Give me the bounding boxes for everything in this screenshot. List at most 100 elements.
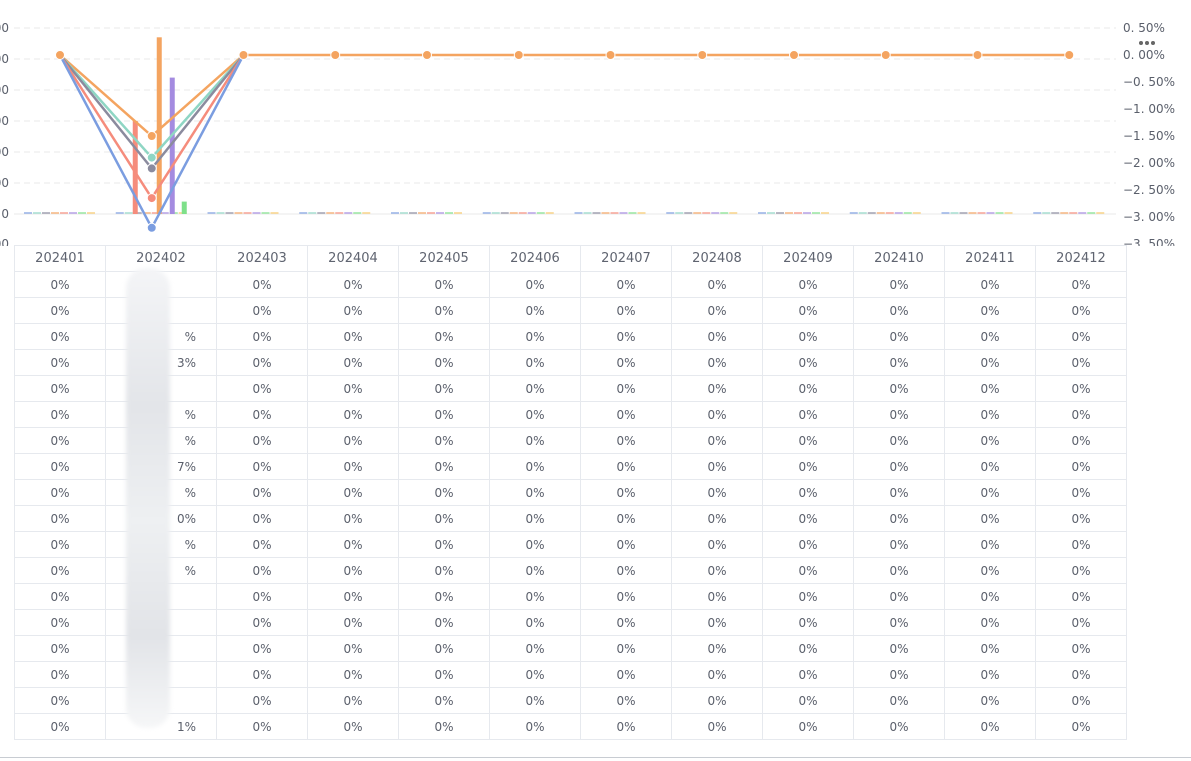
series-point <box>422 50 432 60</box>
table-cell: 0% <box>671 583 763 610</box>
table-cell: 0% <box>671 323 763 350</box>
baseline-bar <box>666 212 675 214</box>
right-tick-label: −1. 00% <box>1123 102 1175 116</box>
table-cell: 0% <box>762 453 854 480</box>
table-cell: 0% <box>216 271 308 298</box>
table-cell: 0% <box>762 531 854 558</box>
table-cell: 0% <box>14 323 106 350</box>
baseline-bar <box>758 212 766 214</box>
table-cell: 0% <box>14 609 106 636</box>
baseline-bar <box>252 212 261 214</box>
table-cell: 0% <box>762 427 854 454</box>
baseline-bar <box>903 212 912 214</box>
baseline-bar <box>234 212 243 214</box>
column-header: 202405 <box>398 245 490 272</box>
table-cell: 0% <box>489 297 581 324</box>
table-cell: 0% <box>489 687 581 714</box>
baseline-bar <box>950 212 959 214</box>
table-cell: 0% <box>853 609 945 636</box>
table-cell: 0% <box>216 401 308 428</box>
table-cell: 0% <box>580 505 672 532</box>
table-cell: 0% <box>944 453 1036 480</box>
baseline-bar <box>299 212 308 214</box>
table-cell: 0% <box>1035 375 1127 402</box>
baseline-bar <box>1087 212 1096 214</box>
table-row: 0%% 0% 0% 0% 0% 0% 0% 0% 0% 0% 0% <box>14 531 1127 558</box>
table-cell: 0% <box>398 349 490 376</box>
baseline-bar <box>776 212 784 214</box>
table-cell: 0% <box>489 401 581 428</box>
table-cell: 0% <box>671 453 763 480</box>
table-row: 0% 0% 0% 0% 0% 0% 0% 0% 0% 0% 0% <box>14 583 1127 610</box>
table-cell: 0% <box>671 505 763 532</box>
baseline-bar <box>308 212 317 214</box>
table-cell: 0% <box>216 661 308 688</box>
table-cell: 0% <box>1035 583 1127 610</box>
table-row: 0% 7% 0% 0% 0% 0% 0% 0% 0% 0% 0% 0% <box>14 453 1127 480</box>
table-cell: 0% <box>1035 713 1127 740</box>
series-points <box>55 50 1075 233</box>
baseline-bar <box>60 212 68 214</box>
table-cell: 0% <box>944 609 1036 636</box>
baseline-bar <box>693 212 702 214</box>
table-cell: 0% <box>14 531 106 558</box>
table-cell: 0% <box>14 583 106 610</box>
baseline-bar <box>33 212 41 214</box>
table-cell: 0% <box>671 713 763 740</box>
column-header: 202412 <box>1035 245 1127 272</box>
baseline-bar <box>344 212 353 214</box>
table-cell: 0% <box>398 505 490 532</box>
table-cell: 0% <box>14 713 106 740</box>
right-tick-label: −3. 00% <box>1123 210 1175 224</box>
table-cell: 0% <box>853 479 945 506</box>
table-cell: 0% <box>853 427 945 454</box>
table-cell: 0% <box>307 427 399 454</box>
column-header: 202401 <box>14 245 106 272</box>
table-cell: 0% <box>944 323 1036 350</box>
column-header: 202406 <box>489 245 581 272</box>
table-cell: 0% <box>398 479 490 506</box>
baseline-bar <box>454 212 462 214</box>
series-lines <box>58 53 1070 231</box>
table-cell: 0% <box>1035 531 1127 558</box>
table-cell: 0% <box>1035 297 1127 324</box>
baseline-bar <box>317 212 326 214</box>
table-cell: 0% <box>398 557 490 584</box>
table-cell: 0% <box>398 583 490 610</box>
table-cell: 0% <box>489 479 581 506</box>
baseline-bar <box>115 212 124 214</box>
table-cell: 0% <box>489 661 581 688</box>
table-cell: 0% <box>1035 271 1127 298</box>
table-cell: 0% <box>216 323 308 350</box>
table-cell: 0% <box>853 635 945 662</box>
baseline-bar <box>592 212 601 214</box>
table-cell: 0% <box>853 349 945 376</box>
table-row: 0% 0% 0% 0% 0% 0% 0% 0% 0% 0% 0% <box>14 375 1127 402</box>
table-cell: 0% <box>580 609 672 636</box>
table-row: 0% 0% 0% 0% 0% 0% 0% 0% 0% 0% 0% <box>14 271 1127 298</box>
table-cell: 0% <box>1035 557 1127 584</box>
table-cell: 0% <box>216 375 308 402</box>
table-cell: 0% <box>398 453 490 480</box>
table-cell: 0% <box>489 453 581 480</box>
table-cell: 0% <box>853 323 945 350</box>
table-row: 0% 0% 0% 0% 0% 0% 0% 0% 0% 0% 0% <box>14 609 1127 636</box>
baseline-bar <box>711 212 720 214</box>
table-cell: 0% <box>671 349 763 376</box>
series-point <box>605 50 616 60</box>
table-cell: 0% <box>944 271 1036 298</box>
table-cell: 0% <box>853 375 945 402</box>
table-cell: 0% <box>671 557 763 584</box>
baseline-bar <box>391 212 399 214</box>
table-row: 0%% 0% 0% 0% 0% 0% 0% 0% 0% 0% 0% <box>14 479 1127 506</box>
table-cell: 0% <box>762 583 854 610</box>
table-cell: 0% <box>762 479 854 506</box>
table-cell: 0% <box>853 297 945 324</box>
baseline-bar <box>675 212 684 214</box>
table-cell: 0% <box>14 635 106 662</box>
table-cell: 0% <box>1035 635 1127 662</box>
series-point <box>330 50 341 60</box>
table-cell: 0% <box>216 453 308 480</box>
table-cell: 0% <box>398 661 490 688</box>
more-options-icon[interactable] <box>1137 36 1163 50</box>
